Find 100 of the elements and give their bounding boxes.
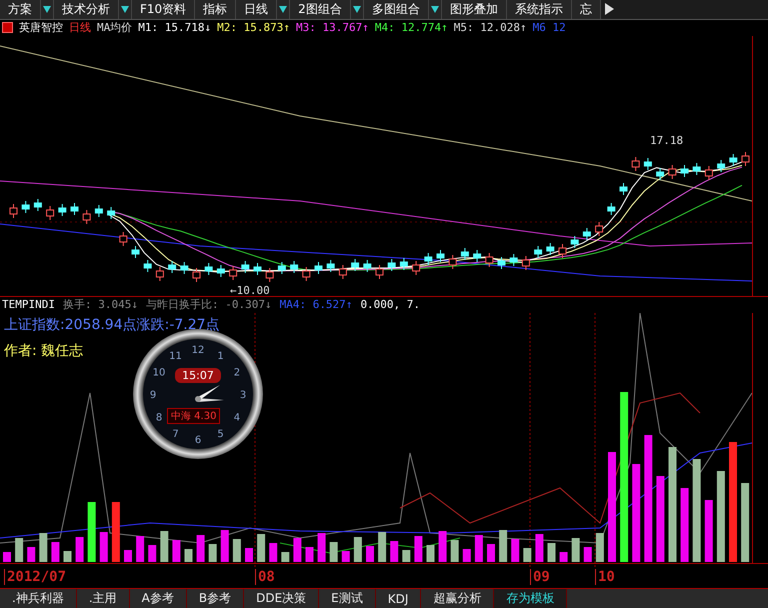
candle <box>229 265 238 280</box>
candle <box>498 256 506 270</box>
date-label: 08 <box>255 569 275 586</box>
dropdown-button[interactable] <box>41 0 54 19</box>
volume-bar <box>342 550 350 562</box>
candle <box>704 165 713 180</box>
volume-bar <box>548 542 556 562</box>
volume-bar <box>584 546 592 562</box>
clock-numeral: 2 <box>234 367 240 378</box>
menu-item[interactable]: 系统指示 <box>506 0 572 19</box>
high-price-label: 17.18 <box>650 134 684 147</box>
volume-bar <box>88 502 96 562</box>
candle <box>656 167 664 180</box>
volume-bar <box>318 532 326 562</box>
candle <box>485 252 494 268</box>
candle <box>473 249 482 262</box>
volume-bar <box>172 540 180 562</box>
volume-bar <box>523 548 532 562</box>
candle <box>351 258 360 272</box>
volume-bar <box>232 538 241 562</box>
dropdown-button[interactable] <box>350 0 364 19</box>
volume-bar <box>257 534 266 562</box>
indicator-name: MA均价 <box>97 20 132 36</box>
candle <box>70 202 78 216</box>
volume-bar <box>330 542 338 562</box>
stock-name: 英唐智控 <box>19 20 63 36</box>
menu-item[interactable]: 图形叠加 <box>442 0 507 19</box>
volume-bar <box>184 548 192 562</box>
candle <box>620 182 628 196</box>
volume-bar <box>124 550 132 562</box>
candle <box>58 203 66 216</box>
average-value: M4: 12.774↑ <box>374 21 448 34</box>
candle <box>302 266 310 282</box>
candle <box>241 260 250 274</box>
candle <box>94 204 103 218</box>
volume-bar <box>64 550 72 562</box>
date-label: 09 <box>530 569 550 586</box>
low-price-label: ←10.00 <box>230 284 270 296</box>
candle <box>278 261 286 274</box>
candle <box>582 227 591 240</box>
volume-bar <box>366 546 374 562</box>
candle <box>107 206 116 220</box>
dropdown-button[interactable] <box>277 0 290 19</box>
candle <box>34 198 42 212</box>
volume-bar <box>354 536 362 562</box>
volume-bar <box>596 532 604 562</box>
volume-bar <box>402 550 410 562</box>
clock-numeral: 11 <box>169 350 182 362</box>
clock-numeral: 8 <box>156 412 162 424</box>
menu-item[interactable]: 技术分析 <box>54 0 119 19</box>
candle <box>119 231 128 246</box>
volume-bar <box>499 530 508 562</box>
candle <box>424 252 432 266</box>
menu-item[interactable]: 日线 <box>236 0 278 19</box>
candle <box>546 242 554 256</box>
volume-bar <box>148 544 156 562</box>
menu-item[interactable]: 忘 <box>572 0 601 19</box>
volume-bar <box>390 540 398 562</box>
play-icon[interactable] <box>604 3 614 15</box>
volume-bar <box>100 532 108 562</box>
volume-bar <box>474 534 483 562</box>
volume-bar <box>112 502 120 562</box>
average-value: M3: 13.767↑ <box>296 21 369 34</box>
clock-numeral: 3 <box>240 390 246 401</box>
menu-item[interactable]: 方案 <box>0 0 41 19</box>
menu-item[interactable]: 多图组合 <box>364 0 429 19</box>
volume-bar <box>560 552 568 562</box>
candle <box>156 266 164 282</box>
candle <box>326 259 335 272</box>
clock-numeral: 10 <box>152 367 166 378</box>
period-label: 日线 <box>69 20 91 36</box>
average-value: M1: 15.718↓ <box>138 21 212 34</box>
indicator-value: 与昨日换手比: -0.307↓ <box>146 297 272 312</box>
candle <box>448 254 457 270</box>
candle <box>644 157 652 170</box>
bottom-tab[interactable]: 存为模板 <box>494 589 568 608</box>
candle <box>668 164 676 180</box>
candle <box>192 267 200 282</box>
volume-bar <box>438 530 447 562</box>
date-label: 10 <box>595 569 615 586</box>
indicator-value: 0.000, 7. <box>360 298 420 312</box>
candle <box>742 151 750 166</box>
average-value: M6 12 <box>532 21 566 34</box>
author-label: 作者: 魏任志 <box>4 342 84 360</box>
candle <box>595 221 604 236</box>
clock-numeral: 9 <box>150 390 156 401</box>
candle <box>607 202 616 216</box>
volume-bar <box>414 536 422 562</box>
menu-item[interactable]: F10资料 <box>132 0 196 19</box>
volume-bar <box>51 542 60 562</box>
average-value: M2: 15.873↑ <box>217 21 290 34</box>
dropdown-button[interactable] <box>428 0 442 19</box>
menu-item[interactable]: 指标 <box>195 0 236 19</box>
candle <box>204 262 213 276</box>
volume-bar <box>487 544 495 562</box>
volume-bar <box>281 552 290 562</box>
candle <box>534 245 542 258</box>
volume-bar <box>196 534 205 562</box>
dropdown-button[interactable] <box>119 0 132 19</box>
menu-item[interactable]: 2图组合 <box>290 0 351 19</box>
